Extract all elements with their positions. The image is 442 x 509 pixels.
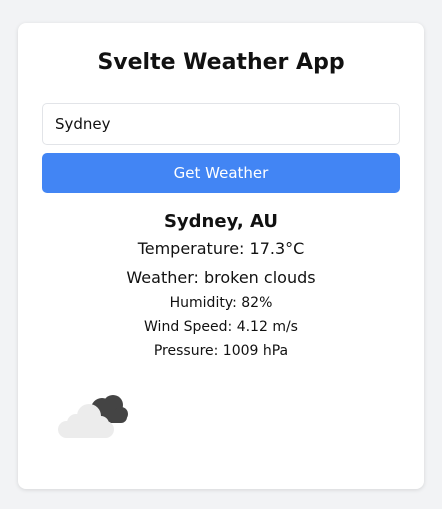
weather-result: Sydney, AU Temperature: 17.3°C Weather: … [18, 209, 424, 360]
city-input[interactable] [42, 103, 400, 145]
temperature-text: Temperature: 17.3°C [137, 239, 305, 258]
humidity-text: Humidity: 82% [169, 295, 273, 311]
weather-card: Svelte Weather App Get Weather Sydney, A… [18, 23, 424, 489]
broken-clouds-icon [58, 395, 128, 438]
wind-speed-text: Wind Speed: 4.12 m/s [144, 319, 298, 335]
pressure-text: Pressure: 1009 hPa [153, 343, 289, 359]
location-heading: Sydney, AU [163, 211, 279, 232]
weather-description: Weather: broken clouds [126, 268, 316, 287]
get-weather-button[interactable]: Get Weather [42, 153, 400, 193]
app-title: Svelte Weather App [97, 50, 345, 75]
